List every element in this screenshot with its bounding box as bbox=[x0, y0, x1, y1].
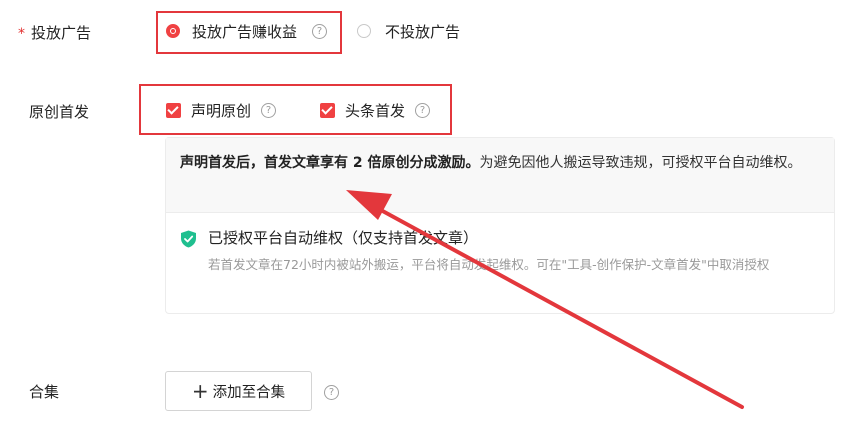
annotation-arrow bbox=[346, 190, 744, 409]
